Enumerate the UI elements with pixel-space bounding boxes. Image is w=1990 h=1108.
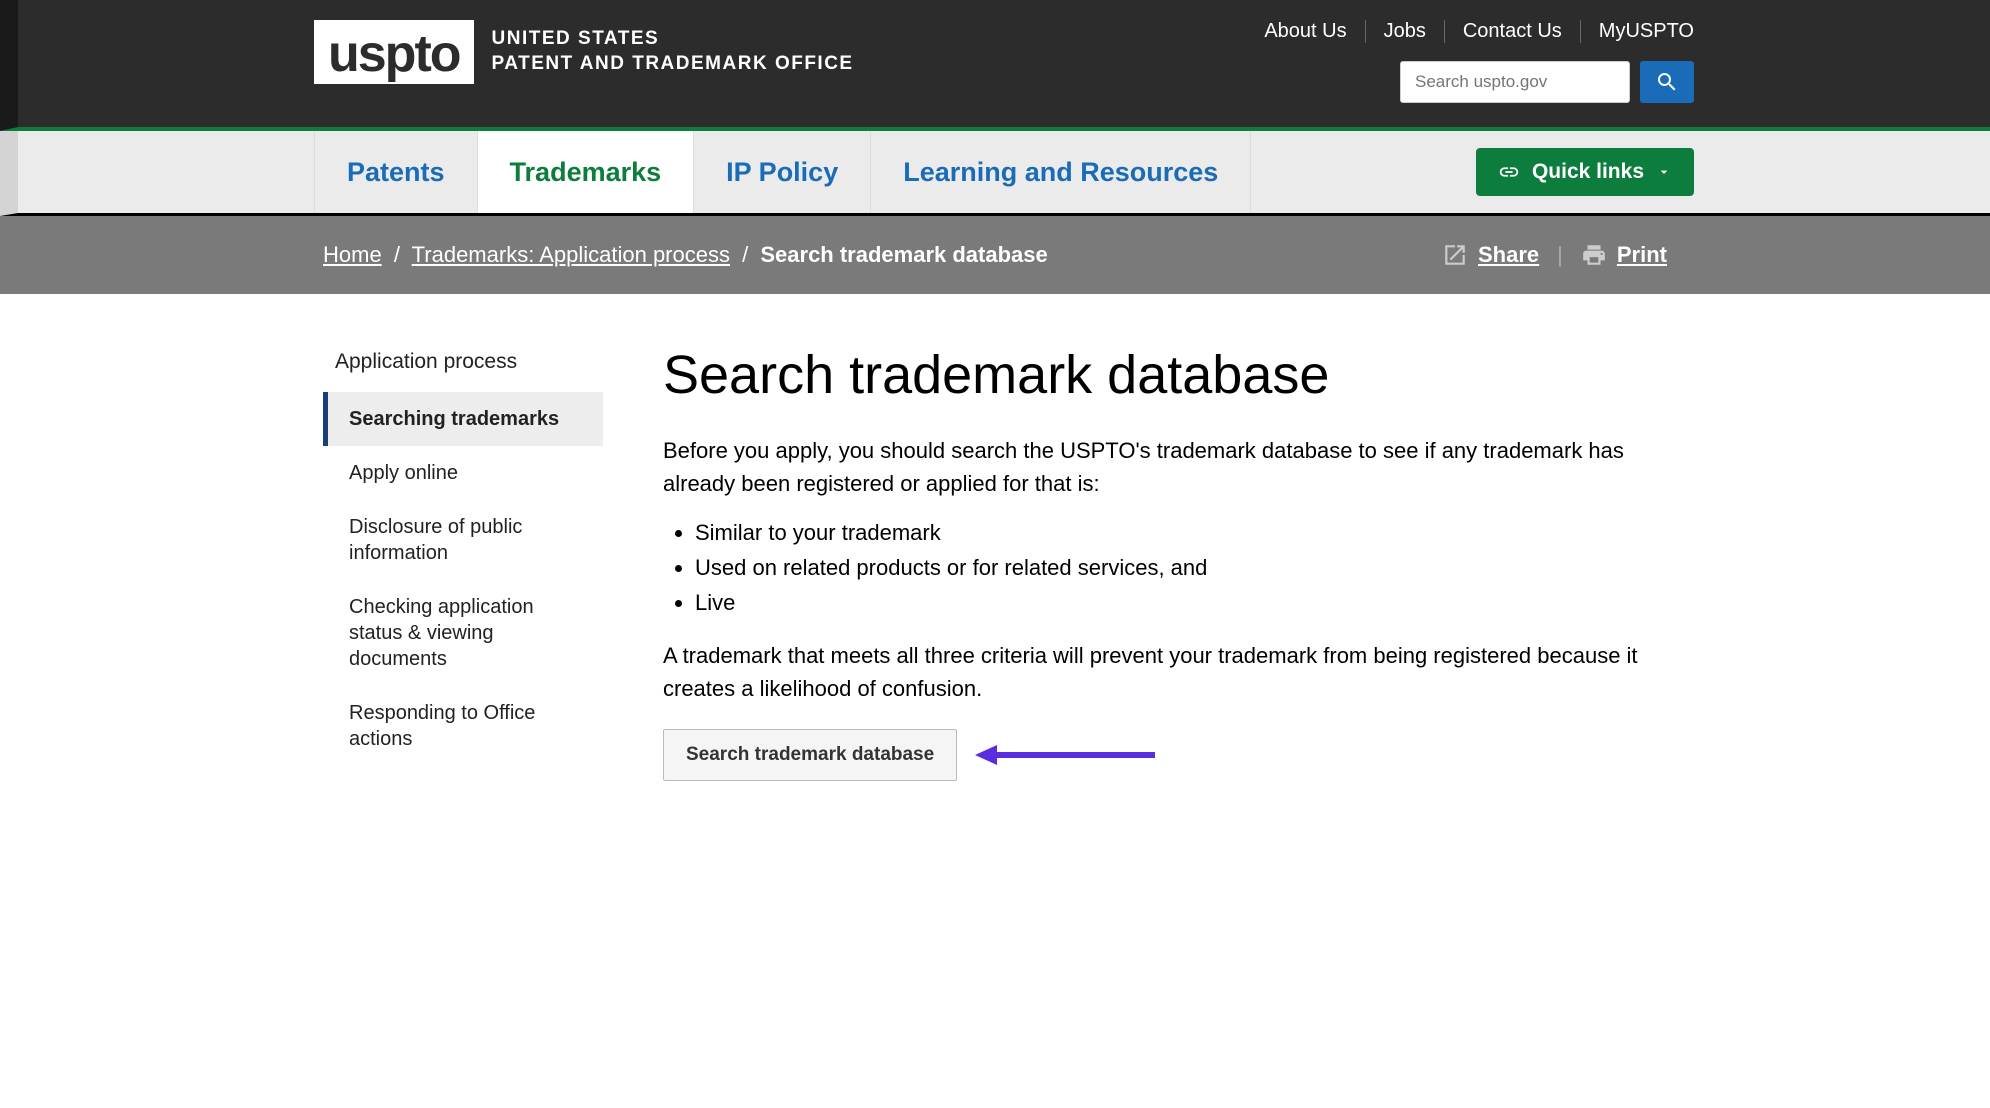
intro-paragraph: Before you apply, you should search the … — [663, 434, 1667, 500]
action-sep: | — [1557, 242, 1563, 268]
search-trademark-database-button[interactable]: Search trademark database — [663, 729, 957, 781]
crumb-trademarks-app-process[interactable]: Trademarks: Application process — [412, 242, 730, 267]
print-link[interactable]: Print — [1581, 242, 1667, 268]
chevron-down-icon — [1656, 164, 1672, 180]
print-icon — [1581, 242, 1607, 268]
criteria-item: Used on related products or for related … — [695, 551, 1667, 584]
logo-area[interactable]: uspto UNITED STATES PATENT AND TRADEMARK… — [314, 20, 854, 84]
quick-links-label: Quick links — [1532, 160, 1644, 184]
annotation-arrow-icon — [975, 740, 1155, 770]
main-nav: Patents Trademarks IP Policy Learning an… — [0, 131, 1990, 216]
content: Search trademark database Before you app… — [663, 344, 1667, 781]
link-myuspto[interactable]: MyUSPTO — [1581, 20, 1694, 43]
criteria-item: Live — [695, 586, 1667, 619]
search-input[interactable] — [1400, 61, 1630, 103]
org-name: UNITED STATES PATENT AND TRADEMARK OFFIC… — [492, 27, 854, 76]
org-line2: PATENT AND TRADEMARK OFFICE — [492, 52, 854, 77]
search-button[interactable] — [1640, 61, 1694, 103]
share-link[interactable]: Share — [1442, 242, 1539, 268]
sidebar-item-disclosure[interactable]: Disclosure of public information — [323, 500, 603, 580]
sidebar: Application process Searching trademarks… — [323, 344, 603, 781]
page-title: Search trademark database — [663, 344, 1667, 406]
crumb-sep: / — [394, 242, 400, 267]
crumb-current: Search trademark database — [760, 242, 1047, 267]
logo-box: uspto — [314, 20, 474, 84]
search-icon — [1655, 70, 1679, 94]
sidebar-title: Application process — [323, 344, 603, 392]
link-contact-us[interactable]: Contact Us — [1445, 20, 1581, 43]
followup-paragraph: A trademark that meets all three criteri… — [663, 639, 1667, 705]
top-links: About Us Jobs Contact Us MyUSPTO — [1246, 20, 1694, 43]
sidebar-item-responding[interactable]: Responding to Office actions — [323, 686, 603, 766]
link-jobs[interactable]: Jobs — [1366, 20, 1445, 43]
criteria-list: Similar to your trademark Used on relate… — [695, 516, 1667, 619]
org-line1: UNITED STATES — [492, 27, 854, 52]
nav-trademarks[interactable]: Trademarks — [478, 131, 695, 213]
share-icon — [1442, 242, 1468, 268]
share-label: Share — [1478, 242, 1539, 268]
sidebar-item-searching[interactable]: Searching trademarks — [323, 392, 603, 446]
nav-ip-policy[interactable]: IP Policy — [694, 131, 871, 213]
sidebar-item-apply-online[interactable]: Apply online — [323, 446, 603, 500]
nav-patents[interactable]: Patents — [314, 131, 478, 213]
logo-text: uspto — [328, 28, 460, 80]
breadcrumb: Home / Trademarks: Application process /… — [323, 242, 1048, 268]
crumb-home[interactable]: Home — [323, 242, 382, 267]
nav-learning[interactable]: Learning and Resources — [871, 131, 1251, 213]
link-about-us[interactable]: About Us — [1246, 20, 1365, 43]
crumb-sep: / — [742, 242, 748, 267]
link-icon — [1498, 161, 1520, 183]
sidebar-item-checking-status[interactable]: Checking application status & viewing do… — [323, 580, 603, 686]
criteria-item: Similar to your trademark — [695, 516, 1667, 549]
print-label: Print — [1617, 242, 1667, 268]
quick-links-button[interactable]: Quick links — [1476, 148, 1694, 196]
site-header: uspto UNITED STATES PATENT AND TRADEMARK… — [0, 0, 1990, 131]
breadcrumb-bar: Home / Trademarks: Application process /… — [0, 216, 1990, 294]
